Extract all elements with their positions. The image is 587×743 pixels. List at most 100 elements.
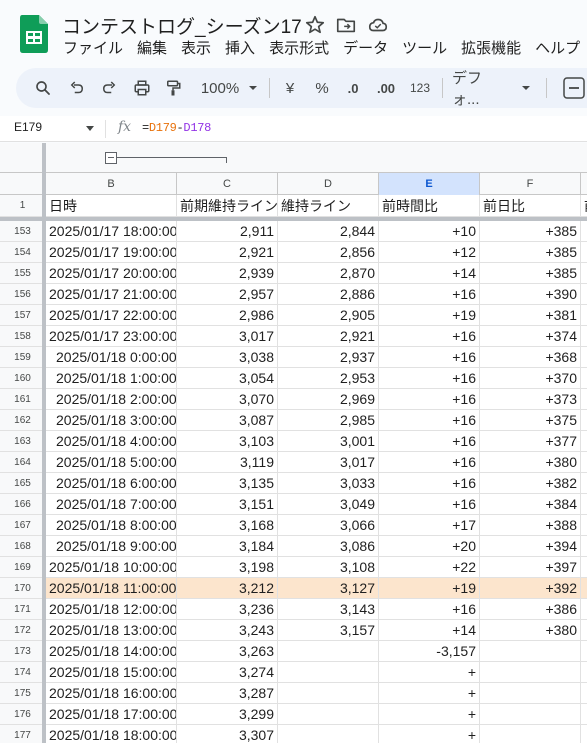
column-header-b[interactable]: B [46, 173, 177, 195]
cell-hourly-diff[interactable]: +16 [379, 452, 480, 473]
cell-daily-diff[interactable]: +384 [480, 494, 581, 515]
row-number[interactable]: 1 [0, 195, 46, 217]
cell-hourly-diff[interactable]: +19 [379, 305, 480, 326]
cell-prev-line[interactable]: 3,087 [177, 410, 278, 431]
percent-format-button[interactable]: % [310, 68, 334, 108]
cell-line[interactable] [278, 662, 379, 683]
increase-decimal-button[interactable]: .00 [372, 68, 400, 108]
cell-line[interactable]: 3,143 [278, 599, 379, 620]
cell-daily-diff[interactable]: +381 [480, 305, 581, 326]
formula-input[interactable]: =D179-D178 [142, 121, 211, 135]
row-number[interactable]: 157 [0, 305, 46, 326]
cell-datetime[interactable]: 2025/01/18 3:00:00 [46, 410, 177, 431]
cell-prev-line[interactable]: 2,957 [177, 284, 278, 305]
header-cell-datetime[interactable]: 日時 [46, 195, 177, 217]
header-cell-line[interactable]: 維持ライン [278, 195, 379, 217]
menu-help[interactable]: ヘルプ [528, 38, 587, 60]
cell-line[interactable] [278, 704, 379, 725]
cell-line[interactable]: 2,905 [278, 305, 379, 326]
cell-prev-line[interactable]: 3,307 [177, 725, 278, 743]
cell-next[interactable] [581, 410, 587, 431]
menu-extensions[interactable]: 拡張機能 [454, 38, 528, 60]
cell-prev-line[interactable]: 3,198 [177, 557, 278, 578]
column-header-f[interactable]: F [480, 173, 581, 195]
cell-next[interactable] [581, 431, 587, 452]
cell-datetime[interactable]: 2025/01/18 18:00:00 [46, 725, 177, 743]
cell-datetime[interactable]: 2025/01/18 5:00:00 [46, 452, 177, 473]
menu-format[interactable]: 表示形式 [262, 38, 336, 60]
cell-prev-line[interactable]: 3,168 [177, 515, 278, 536]
row-number[interactable]: 177 [0, 725, 46, 743]
menu-edit[interactable]: 編集 [130, 38, 174, 60]
cell-prev-line[interactable]: 2,911 [177, 221, 278, 242]
star-icon[interactable] [304, 14, 326, 36]
cell-line[interactable]: 2,856 [278, 242, 379, 263]
row-number[interactable]: 160 [0, 368, 46, 389]
cell-hourly-diff[interactable]: +16 [379, 410, 480, 431]
cell-datetime[interactable]: 2025/01/18 17:00:00 [46, 704, 177, 725]
cell-hourly-diff[interactable]: +16 [379, 347, 480, 368]
row-number[interactable]: 176 [0, 704, 46, 725]
cell-next[interactable] [581, 326, 587, 347]
cell-datetime[interactable]: 2025/01/18 1:00:00 [46, 368, 177, 389]
cell-next[interactable] [581, 620, 587, 641]
row-number[interactable]: 155 [0, 263, 46, 284]
cell-prev-line[interactable]: 3,135 [177, 473, 278, 494]
cell-next[interactable] [581, 347, 587, 368]
undo-button[interactable] [64, 68, 90, 108]
row-number[interactable]: 167 [0, 515, 46, 536]
cell-next[interactable] [581, 389, 587, 410]
cell-datetime[interactable]: 2025/01/18 14:00:00 [46, 641, 177, 662]
zoom-select[interactable]: 100% [196, 68, 244, 108]
row-number[interactable]: 156 [0, 284, 46, 305]
cell-next[interactable] [581, 305, 587, 326]
cell-line[interactable]: 3,049 [278, 494, 379, 515]
cell-hourly-diff[interactable]: +16 [379, 368, 480, 389]
cell-daily-diff[interactable] [480, 641, 581, 662]
cell-hourly-diff[interactable]: + [379, 704, 480, 725]
cell-line[interactable] [278, 683, 379, 704]
move-to-folder-icon[interactable] [335, 14, 357, 36]
name-box[interactable]: E179 [14, 120, 42, 134]
column-freeze-handle[interactable] [42, 143, 46, 743]
cell-hourly-diff[interactable]: +16 [379, 284, 480, 305]
cell-hourly-diff[interactable]: + [379, 725, 480, 743]
cell-prev-line[interactable]: 3,054 [177, 368, 278, 389]
cell-hourly-diff[interactable]: + [379, 683, 480, 704]
cell-hourly-diff[interactable]: +14 [379, 620, 480, 641]
cell-daily-diff[interactable]: +377 [480, 431, 581, 452]
cell-hourly-diff[interactable]: +10 [379, 221, 480, 242]
menu-file[interactable]: ファイル [56, 38, 130, 60]
cell-prev-line[interactable]: 3,243 [177, 620, 278, 641]
cell-daily-diff[interactable]: +368 [480, 347, 581, 368]
cell-hourly-diff[interactable]: +16 [379, 389, 480, 410]
cell-line[interactable]: 3,066 [278, 515, 379, 536]
column-header-d[interactable]: D [278, 173, 379, 195]
cell-prev-line[interactable]: 3,151 [177, 494, 278, 515]
select-all-corner[interactable] [0, 173, 46, 195]
cell-datetime[interactable]: 2025/01/18 4:00:00 [46, 431, 177, 452]
cell-prev-line[interactable]: 2,921 [177, 242, 278, 263]
row-number[interactable]: 154 [0, 242, 46, 263]
cell-line[interactable]: 3,086 [278, 536, 379, 557]
row-number[interactable]: 162 [0, 410, 46, 431]
cell-datetime[interactable]: 2025/01/18 11:00:00 [46, 578, 177, 599]
cell-line[interactable]: 2,953 [278, 368, 379, 389]
cell-line[interactable]: 2,870 [278, 263, 379, 284]
cell-next[interactable] [581, 221, 587, 242]
cell-daily-diff[interactable]: +392 [480, 578, 581, 599]
cell-daily-diff[interactable]: +394 [480, 536, 581, 557]
cell-prev-line[interactable]: 3,263 [177, 641, 278, 662]
row-number[interactable]: 170 [0, 578, 46, 599]
cell-line[interactable]: 3,127 [278, 578, 379, 599]
sheets-logo-icon[interactable] [20, 15, 48, 53]
cell-prev-line[interactable]: 3,212 [177, 578, 278, 599]
cell-prev-line[interactable]: 2,986 [177, 305, 278, 326]
cell-daily-diff[interactable]: +374 [480, 326, 581, 347]
row-freeze-handle[interactable] [0, 217, 587, 221]
row-number[interactable]: 172 [0, 620, 46, 641]
cell-line[interactable] [278, 725, 379, 743]
document-title[interactable]: コンテストログ_シーズン17 [62, 12, 302, 39]
cell-prev-line[interactable]: 3,299 [177, 704, 278, 725]
collapse-group-icon[interactable] [105, 152, 117, 164]
